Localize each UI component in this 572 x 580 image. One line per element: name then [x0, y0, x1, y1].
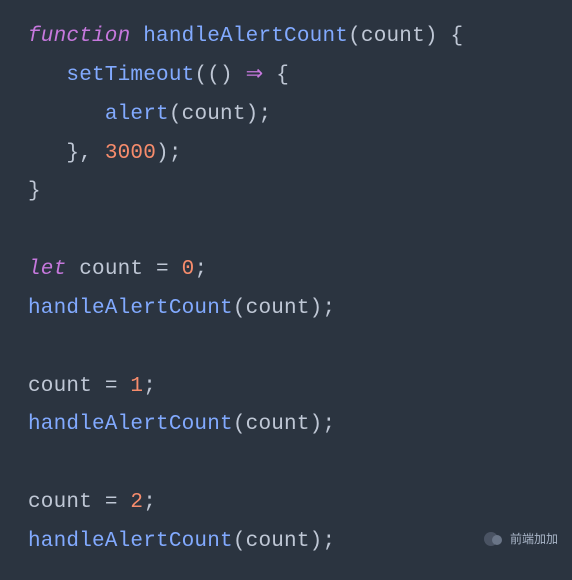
line-7: let count = 0;: [28, 258, 207, 281]
line-1: function handleAlertCount(count) {: [28, 25, 463, 48]
number-1: 1: [130, 375, 143, 398]
number-0: 0: [182, 258, 195, 281]
param-count: count: [361, 25, 425, 48]
call-handleAlertCount: handleAlertCount: [28, 297, 233, 320]
wechat-icon: [482, 528, 504, 550]
line-14: handleAlertCount(count);: [28, 530, 335, 553]
arrow-icon: ⇒: [246, 64, 264, 87]
line-5: }: [28, 180, 41, 203]
call-setTimeout: setTimeout: [66, 64, 194, 87]
line-4: }, 3000);: [28, 142, 182, 165]
line-10: count = 1;: [28, 375, 156, 398]
line-12: [28, 452, 41, 475]
line-6: [28, 219, 41, 242]
keyword-function: function: [28, 25, 130, 48]
code-block: function handleAlertCount(count) { setTi…: [0, 0, 572, 580]
line-13: count = 2;: [28, 491, 156, 514]
line-8: handleAlertCount(count);: [28, 297, 335, 320]
number-3000: 3000: [105, 142, 156, 165]
watermark-text: 前端加加: [510, 528, 558, 550]
watermark: 前端加加: [482, 528, 558, 550]
call-alert: alert: [105, 103, 169, 126]
var-count: count: [79, 258, 143, 281]
line-3: alert(count);: [28, 103, 271, 126]
function-name: handleAlertCount: [143, 25, 348, 48]
number-2: 2: [130, 491, 143, 514]
line-2: setTimeout(() ⇒ {: [28, 64, 289, 87]
line-9: [28, 336, 41, 359]
line-11: handleAlertCount(count);: [28, 413, 335, 436]
keyword-let: let: [28, 258, 66, 281]
